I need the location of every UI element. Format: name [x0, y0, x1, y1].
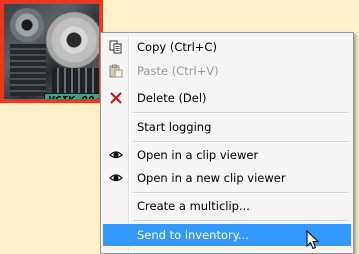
- mouse-cursor-icon: [306, 230, 320, 250]
- tape-reel: [46, 12, 99, 68]
- menu-separator: [133, 220, 349, 222]
- equipment-controls: [52, 68, 99, 96]
- menu-separator: [133, 141, 349, 143]
- menu-item-paste[interactable]: Paste (Ctrl+V): [103, 60, 351, 82]
- menu-item-label: Delete (Del): [137, 91, 207, 105]
- eye-icon: [109, 171, 123, 185]
- equipment-panel: [10, 44, 46, 96]
- menu-item-copy[interactable]: Copy (Ctrl+C): [103, 36, 351, 58]
- menu-separator: [133, 112, 349, 114]
- context-menu: Copy (Ctrl+C) Paste (Ctrl+V) Delete (Del…: [100, 32, 354, 254]
- eye-icon: [109, 148, 123, 162]
- tape-reel-small: [10, 8, 44, 42]
- menu-item-open-clip-viewer[interactable]: Open in a clip viewer: [103, 144, 351, 166]
- menu-item-label: Open in a clip viewer: [137, 148, 259, 162]
- menu-item-label: Open in a new clip viewer: [137, 171, 286, 185]
- menu-item-open-new-clip-viewer[interactable]: Open in a new clip viewer: [103, 167, 351, 189]
- menu-item-start-logging[interactable]: Start logging: [103, 116, 351, 138]
- timecode-label: VGIK 00;0: [44, 93, 99, 99]
- menu-item-label: Copy (Ctrl+C): [137, 40, 217, 54]
- menu-item-delete[interactable]: Delete (Del): [103, 87, 351, 109]
- menu-item-label: Create a multiclip...: [137, 199, 250, 213]
- menu-item-label: Start logging: [137, 120, 212, 134]
- menu-item-label: Paste (Ctrl+V): [137, 64, 219, 78]
- menu-separator: [133, 192, 349, 194]
- clip-thumbnail[interactable]: VGIK 00;0: [0, 0, 103, 103]
- copy-icon: [109, 40, 123, 54]
- menu-item-create-multiclip[interactable]: Create a multiclip...: [103, 195, 351, 217]
- menu-item-label: Send to inventory...: [137, 228, 249, 242]
- paste-icon: [109, 64, 123, 78]
- delete-icon: [109, 91, 123, 105]
